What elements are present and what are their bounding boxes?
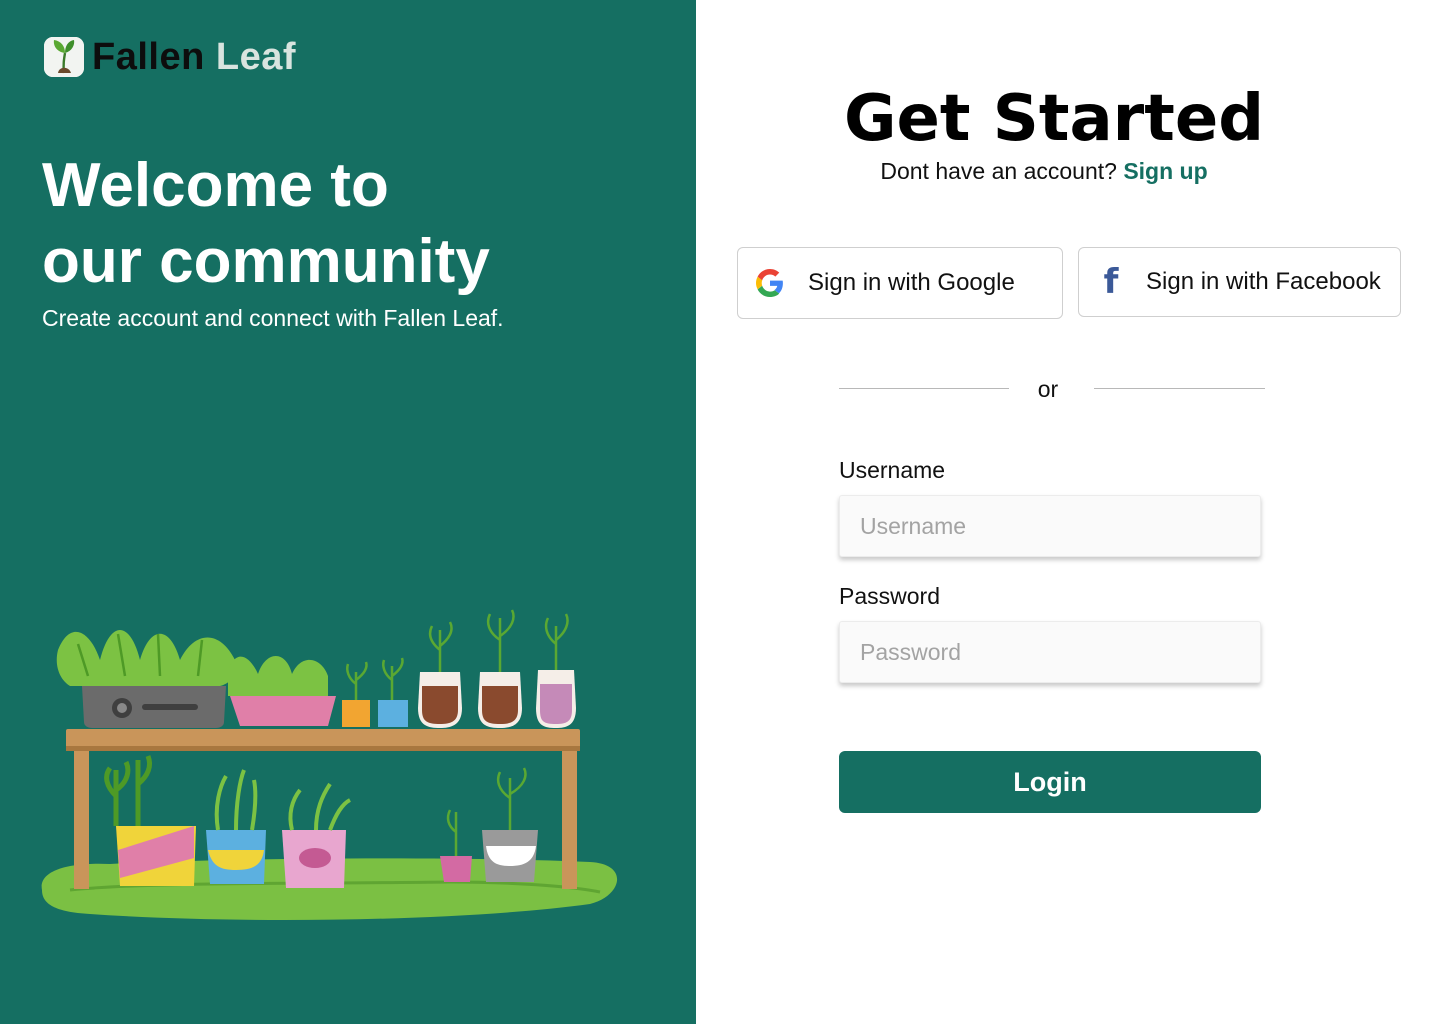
signup-prompt-text: Dont have an account? [880,158,1117,184]
signup-prompt: Dont have an account? Sign up [696,158,1392,185]
divider-left [839,388,1009,389]
divider-or: or [1037,376,1059,402]
login-panel: Get Started Dont have an account? Sign u… [696,0,1440,1024]
google-signin-label: Sign in with Google [808,269,1015,296]
sprout-logo-icon [44,37,84,77]
headline-line-1: Welcome to [42,151,389,220]
page-title: Get Started [843,82,1265,156]
brand-logo[interactable]: Fallen Leaf [44,37,296,77]
signup-link[interactable]: Sign up [1123,158,1207,184]
password-label: Password [839,583,940,609]
username-input[interactable] [839,495,1261,557]
login-button[interactable]: Login [839,751,1261,813]
plant-shelf-illustration [41,609,618,920]
username-label: Username [839,457,946,483]
welcome-tagline: Create account and connect with Fallen L… [42,305,504,331]
left-panel: Fallen Leaf Welcome to our community Cre… [0,0,696,1024]
password-input[interactable] [839,621,1261,683]
headline-line-2: our community [42,227,490,296]
facebook-signin-button[interactable]: f Sign in with Facebook [1078,247,1401,317]
facebook-signin-label: Sign in with Facebook [1146,268,1381,295]
facebook-f-icon: f [1103,262,1119,302]
google-g-icon [755,268,785,298]
brand-name-fallen: Fallen [92,36,205,78]
brand-name-leaf: Leaf [215,36,297,78]
welcome-headline: Welcome to our community [42,148,662,300]
divider-right [1094,388,1265,389]
google-signin-button[interactable]: Sign in with Google [737,247,1063,319]
